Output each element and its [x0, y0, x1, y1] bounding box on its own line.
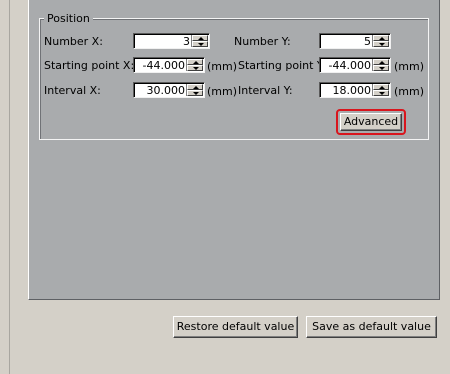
start-x-spin-arrows	[186, 59, 203, 71]
number-y-spin-arrows	[372, 35, 389, 47]
position-group-title: Position	[44, 12, 93, 25]
spin-up-icon	[193, 61, 199, 64]
start-y-label: Starting point Y:	[238, 59, 326, 72]
spin-down-icon	[379, 92, 385, 95]
interval-y-label: Interval Y:	[238, 84, 293, 97]
interval-y-decrement-button[interactable]	[373, 90, 389, 96]
number-y-decrement-button[interactable]	[373, 41, 389, 47]
save-default-button[interactable]: Save as default value	[306, 316, 437, 338]
start-x-value: -44.000	[142, 59, 185, 72]
start-y-value: -44.000	[328, 59, 371, 72]
start-y-spinbox[interactable]: -44.000	[319, 57, 391, 73]
spin-down-icon	[193, 67, 199, 70]
interval-y-unit: (mm)	[394, 85, 425, 98]
interval-x-decrement-button[interactable]	[187, 90, 203, 96]
settings-panel: Position Number X: 3 Number Y: 5 Startin…	[28, 0, 440, 300]
interval-x-unit: (mm)	[207, 85, 238, 98]
start-x-unit: (mm)	[207, 60, 238, 73]
number-y-value: 5	[364, 35, 371, 48]
restore-default-button[interactable]: Restore default value	[173, 316, 298, 338]
start-y-decrement-button[interactable]	[373, 65, 389, 71]
interval-y-spinbox[interactable]: 18.000	[319, 82, 391, 98]
start-y-unit: (mm)	[394, 60, 425, 73]
spin-up-icon	[379, 61, 385, 64]
spin-up-icon	[379, 86, 385, 89]
start-y-spin-arrows	[372, 59, 389, 71]
start-x-label: Starting point X:	[44, 59, 135, 72]
start-x-spinbox[interactable]: -44.000	[133, 57, 205, 73]
spin-down-icon	[193, 92, 199, 95]
interval-y-spin-arrows	[372, 84, 389, 96]
number-x-label: Number X:	[44, 35, 103, 48]
number-x-spin-arrows	[191, 35, 208, 47]
number-x-spinbox[interactable]: 3	[133, 33, 210, 49]
spin-up-icon	[193, 86, 199, 89]
interval-x-label: Interval X:	[44, 84, 101, 97]
interval-x-spinbox[interactable]: 30.000	[133, 82, 205, 98]
left-divider	[9, 0, 10, 374]
spin-down-icon	[379, 67, 385, 70]
spin-down-icon	[379, 43, 385, 46]
spin-down-icon	[198, 43, 204, 46]
interval-y-value: 18.000	[332, 84, 372, 97]
advanced-button[interactable]: Advanced	[340, 113, 402, 131]
spin-up-icon	[198, 37, 204, 40]
number-y-spinbox[interactable]: 5	[319, 33, 391, 49]
number-x-decrement-button[interactable]	[192, 41, 208, 47]
number-x-value: 3	[183, 35, 190, 48]
start-x-decrement-button[interactable]	[187, 65, 203, 71]
number-y-label: Number Y:	[234, 35, 291, 48]
interval-x-spin-arrows	[186, 84, 203, 96]
spin-up-icon	[379, 37, 385, 40]
interval-x-value: 30.000	[146, 84, 186, 97]
